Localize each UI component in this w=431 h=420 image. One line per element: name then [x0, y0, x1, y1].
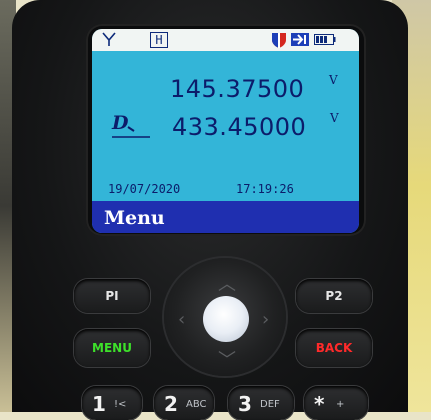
key-1[interactable]: 1 !<: [82, 386, 142, 420]
key-star-symbol: *: [314, 392, 325, 416]
display-area: 145.37500 V D 433.45000 V 19/07/2020 17:…: [92, 51, 359, 201]
key-star[interactable]: * +: [304, 386, 368, 420]
antenna-icon: [102, 32, 116, 46]
digital-mode-icon: D: [111, 112, 150, 138]
key-2[interactable]: 2 ABC: [154, 386, 214, 420]
time-readout: 17:19:26: [236, 182, 294, 196]
battery-icon: [314, 34, 336, 45]
shield-icon: [272, 33, 286, 48]
mode-badge: H: [150, 32, 168, 48]
status-bar: H: [92, 29, 359, 51]
key-star-sub: +: [336, 399, 345, 410]
chevron-right-icon[interactable]: ›: [262, 309, 269, 330]
chevron-up-icon[interactable]: ︿: [218, 270, 236, 296]
softkey-bar: Menu: [92, 201, 359, 233]
lcd-screen: H 145.37500 V D 433.45000 V 19/07/2020 1…: [92, 29, 359, 233]
p2-key-label: P2: [325, 289, 343, 303]
marker-a: V: [329, 73, 338, 87]
key-3-sub: DEF: [260, 399, 280, 410]
svg-text:D: D: [111, 112, 129, 134]
menu-key[interactable]: MENU: [74, 329, 150, 367]
menu-softkey-label: Menu: [104, 207, 165, 229]
back-key[interactable]: BACK: [296, 329, 372, 367]
frequency-b: 433.45000: [172, 113, 307, 141]
key-1-digit: 1: [92, 392, 106, 416]
key-3[interactable]: 3 DEF: [228, 386, 294, 420]
back-key-label: BACK: [315, 341, 353, 355]
ok-button[interactable]: [203, 296, 249, 342]
key-2-digit: 2: [164, 392, 178, 416]
date-readout: 19/07/2020: [108, 182, 181, 196]
frequency-a: 145.37500: [170, 75, 305, 103]
p1-key[interactable]: PI: [74, 279, 150, 313]
marker-b: V: [330, 111, 339, 125]
chevron-left-icon[interactable]: ‹: [178, 309, 185, 330]
chevron-down-icon[interactable]: ﹀: [218, 346, 236, 372]
p2-key[interactable]: P2: [296, 279, 372, 313]
key-1-sub: !<: [114, 399, 127, 410]
key-3-digit: 3: [238, 392, 252, 416]
menu-key-label: MENU: [92, 341, 132, 355]
key-2-sub: ABC: [186, 399, 207, 410]
p1-key-label: PI: [105, 289, 119, 303]
arrow-icon: [291, 33, 309, 46]
